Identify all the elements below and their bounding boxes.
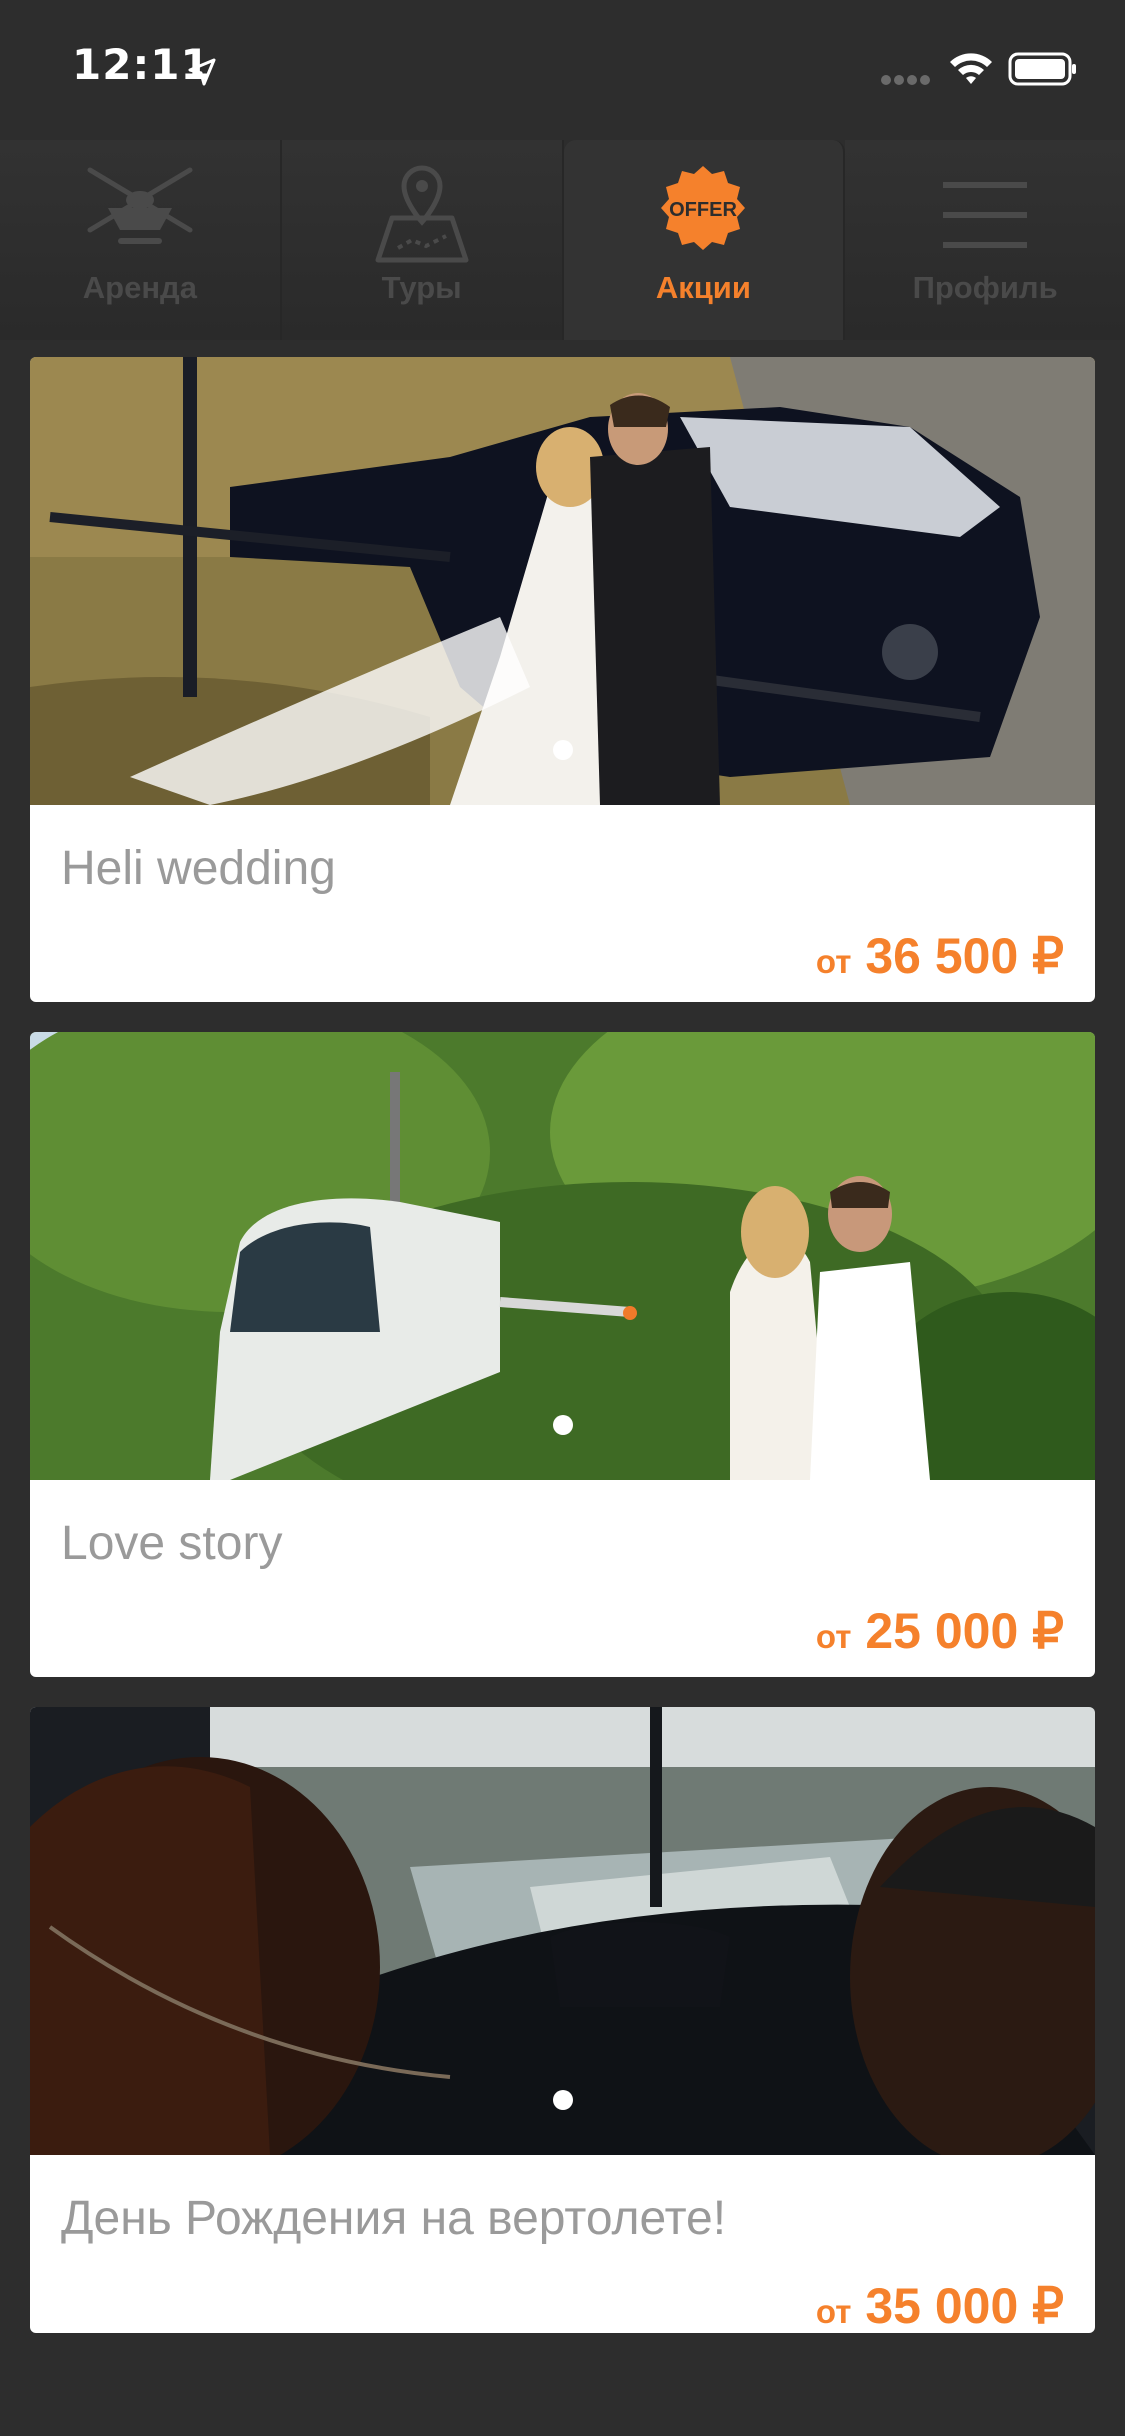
battery-icon <box>1008 52 1076 86</box>
offer-title: День Рождения на вертолете! <box>61 2192 727 2245</box>
tab-rent[interactable]: Аренда <box>0 140 282 340</box>
offer-price: от 36 500 ₽ <box>816 927 1064 985</box>
offer-badge-text: OFFER <box>669 199 737 221</box>
offer-card[interactable]: Heli wedding от 36 500 ₽ <box>30 357 1095 1002</box>
signal-icon <box>881 75 930 85</box>
offer-card[interactable]: День Рождения на вертолете! от 35 000 ₽ <box>30 1707 1095 2333</box>
offer-price: от 25 000 ₽ <box>816 1602 1064 1660</box>
carousel-dot <box>553 1415 573 1435</box>
tab-profile[interactable]: Профиль <box>845 140 1125 340</box>
carousel-dot <box>553 2090 573 2110</box>
offer-photo[interactable] <box>30 1032 1095 1480</box>
price-value: 36 500 ₽ <box>865 928 1064 984</box>
tab-offers-label: Акции <box>655 270 751 305</box>
price-prefix: от <box>815 1618 852 1655</box>
price-value: 25 000 ₽ <box>865 1603 1064 1659</box>
offer-title: Love story <box>61 1517 283 1570</box>
offer-badge-icon: OFFER <box>661 166 746 250</box>
price-prefix: от <box>815 2293 852 2330</box>
offer-photo[interactable] <box>30 357 1095 805</box>
offer-price: от 35 000 ₽ <box>816 2277 1064 2333</box>
price-prefix: от <box>815 943 852 980</box>
tab-bar: Аренда Туры OFFER Акции Профиль <box>0 140 1125 340</box>
helicopter-icon <box>87 167 193 244</box>
offer-photo[interactable] <box>30 1707 1095 2155</box>
offer-title: Heli wedding <box>61 842 336 895</box>
tab-rent-label: Аренда <box>82 270 197 305</box>
offer-card[interactable]: Love story от 25 000 ₽ <box>30 1032 1095 1677</box>
price-value: 35 000 ₽ <box>865 2278 1064 2333</box>
map-pin-icon <box>375 165 469 263</box>
menu-icon <box>943 182 1028 248</box>
status-bar: 12:11 <box>0 0 1125 140</box>
bottom-bar <box>0 2333 1125 2436</box>
tab-tours-label: Туры <box>381 270 462 305</box>
tab-tours[interactable]: Туры <box>281 140 564 340</box>
tab-profile-label: Профиль <box>912 270 1058 305</box>
tab-offers[interactable]: OFFER Акции <box>563 140 846 340</box>
carousel-dot <box>553 740 573 760</box>
location-arrow-icon <box>188 58 216 86</box>
wifi-icon <box>950 53 992 84</box>
